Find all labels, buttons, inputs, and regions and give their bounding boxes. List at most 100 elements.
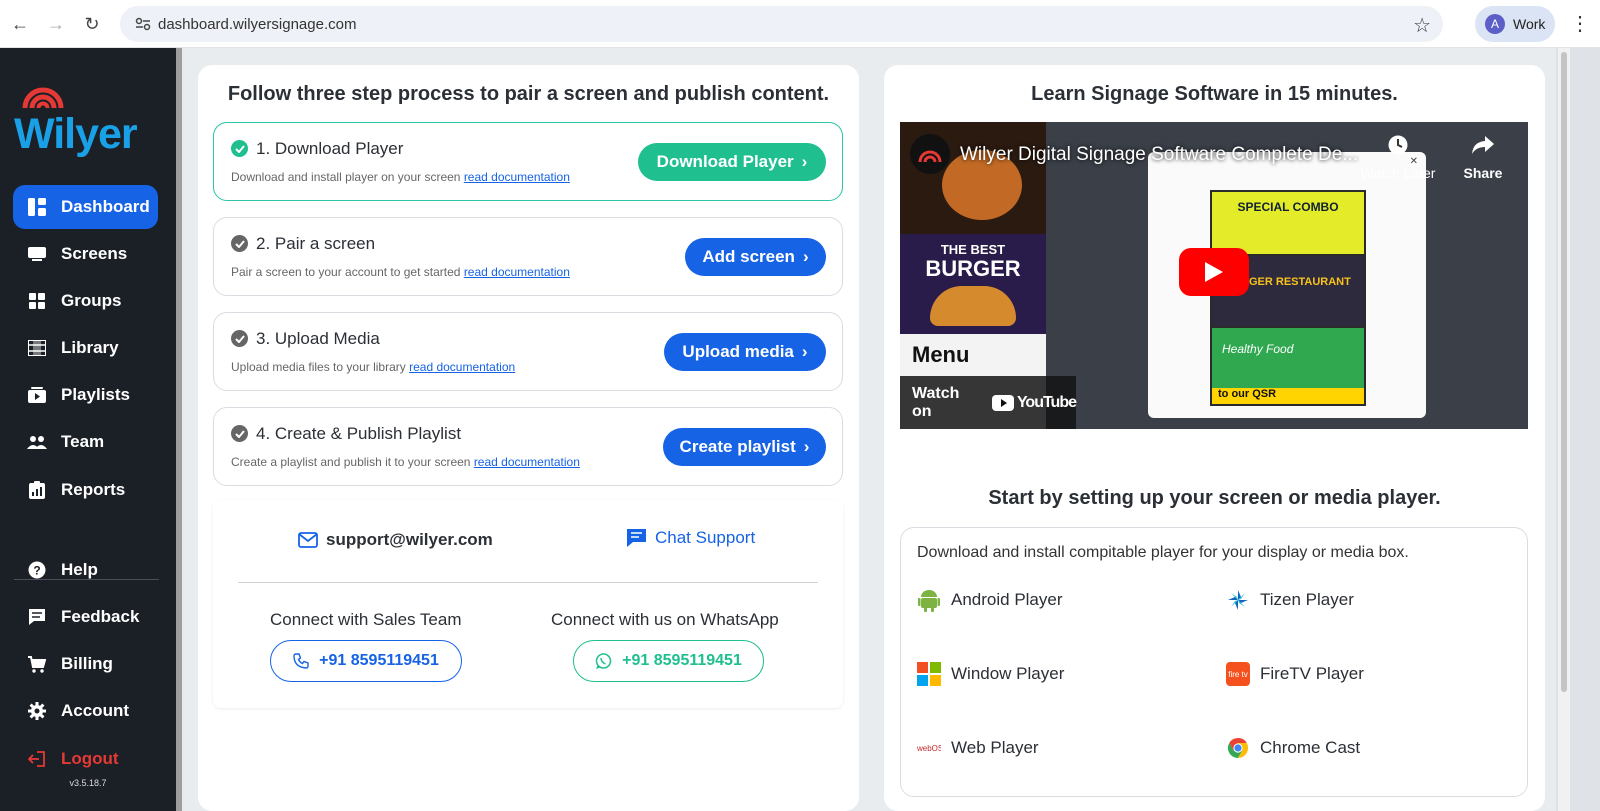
step-description: Download and install player on your scre… [231, 170, 570, 184]
share-button[interactable]: Share [1458, 134, 1508, 181]
play-icon [1205, 262, 1223, 282]
step-create-playlist: 4. Create & Publish Playlist Create a pl… [213, 407, 843, 486]
clock-icon [1388, 135, 1408, 155]
chevron-right-icon: › [801, 342, 808, 361]
window-player-link[interactable]: Window Player [917, 662, 1064, 686]
chrome-cast-link[interactable]: Chrome Cast [1226, 736, 1360, 760]
sidebar-item-label: Team [61, 432, 105, 451]
channel-avatar[interactable] [910, 134, 950, 174]
step-description: Create a playlist and publish it to your… [231, 455, 580, 469]
forward-icon[interactable]: → [44, 12, 68, 36]
sidebar-item-reports[interactable]: Reports [13, 468, 158, 512]
support-email-link[interactable]: support@wilyer.com [298, 530, 493, 550]
sidebar-item-label: Feedback [61, 607, 140, 626]
firetv-icon: fire tv [1226, 662, 1250, 686]
sidebar-item-account[interactable]: Account [13, 689, 158, 733]
read-documentation-link[interactable]: read documentation [464, 265, 570, 279]
read-documentation-link[interactable]: read documentation [409, 360, 515, 374]
svg-text:fire tv: fire tv [1228, 670, 1248, 679]
create-playlist-button[interactable]: Create playlist › [663, 428, 826, 466]
wilyer-logo[interactable]: Wilyer [14, 80, 166, 160]
web-player-link[interactable]: webOS Web Player [917, 736, 1039, 760]
watch-on-youtube-button[interactable]: Watch on YouTube [900, 376, 1077, 429]
mail-icon [298, 532, 318, 548]
feedback-icon [13, 608, 61, 626]
players-panel: Download and install compitable player f… [900, 527, 1528, 797]
sidebar-item-playlists[interactable]: Playlists [13, 373, 158, 417]
chevron-right-icon: › [802, 247, 809, 266]
chevron-right-icon: › [801, 152, 808, 171]
sidebar-item-label: Dashboard [61, 197, 150, 216]
playlist-icon [13, 387, 61, 403]
sidebar-item-team[interactable]: Team [13, 420, 158, 464]
tizen-player-link[interactable]: Tizen Player [1226, 588, 1354, 612]
read-documentation-link[interactable]: read documentation [464, 170, 570, 184]
chat-support-link[interactable]: Chat Support [626, 528, 755, 548]
reload-icon[interactable]: ↻ [80, 12, 104, 36]
sidebar-item-dashboard[interactable]: Dashboard [13, 185, 158, 229]
sidebar-item-screens[interactable]: Screens [13, 232, 158, 276]
browser-menu-icon[interactable]: ⋮ [1570, 11, 1590, 36]
chat-icon [627, 529, 646, 547]
learn-card-title: Learn Signage Software in 15 minutes. [1031, 83, 1398, 105]
play-button[interactable] [1179, 248, 1249, 296]
step-download-player: 1. Download Player Download and install … [213, 122, 843, 201]
sidebar-item-label: Billing [61, 654, 113, 673]
step-pair-screen: 2. Pair a screen Pair a screen to your a… [213, 217, 843, 296]
youtube-icon [991, 394, 1014, 411]
cart-icon [13, 655, 61, 673]
sidebar-item-billing[interactable]: Billing [13, 642, 158, 686]
sales-team-label: Connect with Sales Team [270, 610, 462, 629]
site-settings-icon[interactable] [132, 17, 154, 31]
step-description: Upload media files to your library read … [231, 360, 516, 374]
check-circle-icon [231, 425, 248, 442]
sidebar-item-label: Logout [61, 749, 119, 768]
support-divider [238, 582, 818, 583]
share-icon [1472, 136, 1494, 154]
android-player-link[interactable]: Android Player [917, 588, 1063, 612]
upload-media-button[interactable]: Upload media › [664, 333, 826, 371]
step-upload-media: 3. Upload Media Upload media files to yo… [213, 312, 843, 391]
sidebar-item-label: Help [61, 560, 98, 579]
logo-text: Wilyer [14, 110, 138, 158]
phone-icon [293, 653, 309, 669]
back-icon[interactable]: ← [8, 12, 32, 36]
bookmark-star-icon[interactable]: ☆ [1413, 13, 1431, 38]
sidebar-item-label: Playlists [61, 385, 130, 404]
url-text[interactable]: dashboard.wilyersignage.com [158, 16, 356, 33]
watch-later-button[interactable]: Watch Later [1358, 134, 1438, 181]
sidebar: Wilyer Dashboard Screens Groups Library … [0, 48, 176, 811]
profile-button[interactable]: A Work [1475, 6, 1555, 42]
sidebar-item-groups[interactable]: Groups [13, 279, 158, 323]
chevron-right-icon: › [803, 437, 810, 456]
help-icon: ? [13, 561, 61, 579]
support-panel: support@wilyer.com Chat Support Connect … [213, 500, 843, 708]
step-title: 2. Pair a screen [256, 234, 376, 253]
sidebar-item-label: Library [61, 338, 119, 357]
sidebar-item-help[interactable]: ? Help [13, 548, 158, 592]
whatsapp-label: Connect with us on WhatsApp [551, 610, 779, 629]
grid-icon [13, 293, 61, 309]
webos-icon: webOS [917, 736, 941, 760]
address-bar[interactable]: dashboard.wilyersignage.com ☆ [120, 6, 1443, 42]
add-screen-button[interactable]: Add screen › [685, 238, 826, 276]
download-player-button[interactable]: Download Player › [638, 143, 826, 181]
page-scrollbar[interactable] [1558, 48, 1570, 811]
sidebar-item-label: Reports [61, 480, 126, 499]
video-title[interactable]: Wilyer Digital Signage Software Complete… [960, 144, 1358, 166]
firetv-player-link[interactable]: fire tv FireTV Player [1226, 662, 1364, 686]
whatsapp-phone-button[interactable]: +91 8595119451 [573, 640, 764, 682]
youtube-video-embed[interactable]: THE BEST BURGER Menu SPECIAL COMBO BURGE… [900, 122, 1528, 429]
check-circle-icon [231, 140, 248, 157]
sales-phone-button[interactable]: +91 8595119451 [270, 640, 462, 682]
browser-toolbar: ← → ↻ dashboard.wilyersignage.com ☆ A Wo… [0, 0, 1600, 48]
sidebar-item-logout[interactable]: Logout [13, 737, 158, 781]
step-title: 3. Upload Media [256, 329, 380, 348]
sidebar-item-feedback[interactable]: Feedback [13, 595, 158, 639]
read-documentation-link[interactable]: read documentation [474, 455, 580, 469]
sidebar-item-label: Groups [61, 291, 122, 310]
sidebar-item-library[interactable]: Library [13, 326, 158, 370]
step-description: Pair a screen to your account to get sta… [231, 265, 570, 279]
scrollbar-thumb[interactable] [1561, 52, 1567, 692]
thumbnail-panel: THE BEST BURGER [900, 234, 1046, 334]
